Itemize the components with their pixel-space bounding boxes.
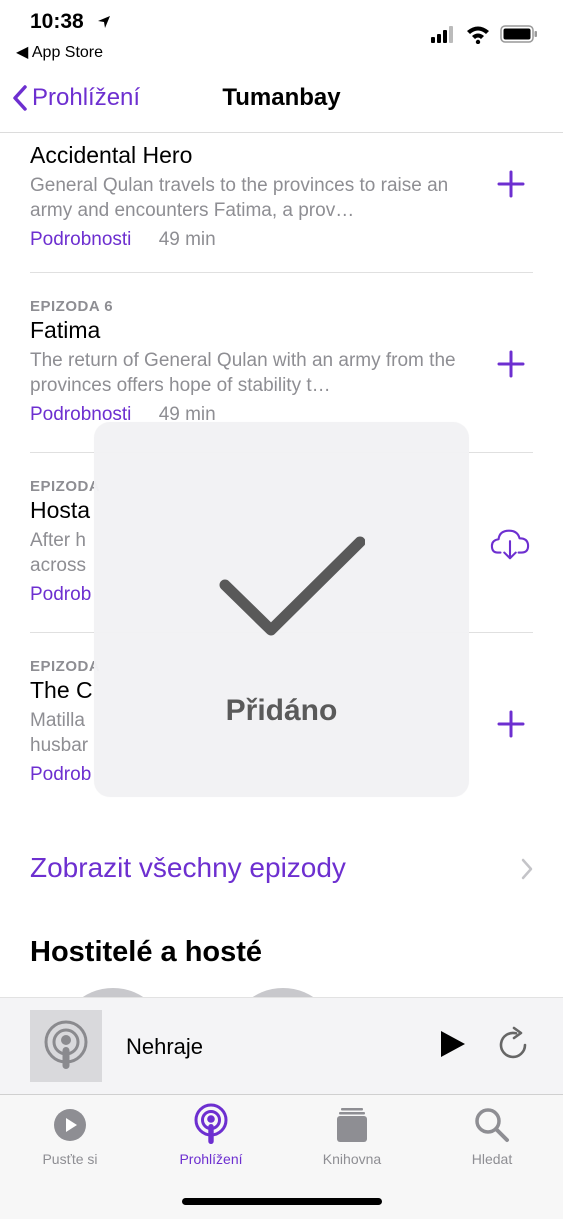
cloud-download-icon [490,529,530,560]
episode-description: General Qulan travels to the provinces t… [30,175,449,221]
battery-icon [500,25,537,43]
podcasts-icon [44,1020,88,1069]
plus-icon [497,170,525,198]
plus-icon [497,710,525,738]
play-circle-icon [54,1109,86,1141]
search-icon [475,1108,509,1142]
episode-item[interactable]: EPIZODA 6 Fatima The return of General Q… [30,298,533,426]
tab-library[interactable]: Knihovna [282,1103,422,1167]
add-episode-button[interactable] [491,704,531,744]
podcasts-icon [194,1103,228,1144]
episode-details-link[interactable]: Podrobnosti [30,229,131,250]
download-episode-button[interactable] [490,524,530,564]
chevron-right-icon [521,858,533,880]
show-all-label: Zobrazit všechny epizody [30,852,346,883]
hosts-section-title: Hostitelé a hosté [30,936,263,968]
podcast-artwork [30,1010,102,1082]
now-playing-title: Nehraje [126,1034,204,1059]
play-icon [441,1031,465,1057]
episode-details-link[interactable]: Podrob [30,764,91,785]
add-episode-button[interactable] [491,344,531,384]
episode-item[interactable]: Accidental Hero General Qulan travels to… [30,140,533,251]
nav-bar: Prohlížení Tumanbay [0,70,563,133]
episode-details-link[interactable]: Podrob [30,584,91,605]
checkmark-icon [219,536,365,636]
plus-icon [497,350,525,378]
episode-description: The return of General Qulan with an army… [30,350,456,396]
added-confirmation-hud: Přidáno [94,422,469,797]
skip-forward-button[interactable] [494,1026,532,1069]
divider [30,272,533,273]
page-title: Tumanbay [222,84,341,111]
status-icons [431,24,541,45]
signal-icon [431,26,453,43]
tab-browse[interactable]: Prohlížení [141,1103,281,1167]
tab-listen-now[interactable]: Pusťte si [0,1103,140,1167]
episode-number-label: EPIZODA 6 [30,298,114,315]
status-time: 10:38 [30,10,84,33]
show-all-episodes-link[interactable]: Zobrazit všechny epizody [30,852,533,884]
wifi-icon [467,26,489,45]
play-button[interactable] [436,1028,468,1065]
episode-title: Accidental Hero [30,142,193,168]
add-episode-button[interactable] [491,164,531,204]
episode-title: Fatima [30,317,101,343]
home-indicator [182,1198,382,1205]
tab-search[interactable]: Hledat [422,1103,562,1167]
skip-forward-icon [499,1026,527,1059]
back-to-app-store[interactable]: ◀ App Store [16,42,103,62]
episode-duration: 49 min [158,229,216,250]
hud-message: Přidáno [225,694,338,727]
location-arrow-icon [98,16,110,28]
status-bar: 10:38 ◀ App Store [0,0,563,70]
library-icon [337,1108,367,1142]
mini-player[interactable]: Nehraje [0,997,563,1095]
